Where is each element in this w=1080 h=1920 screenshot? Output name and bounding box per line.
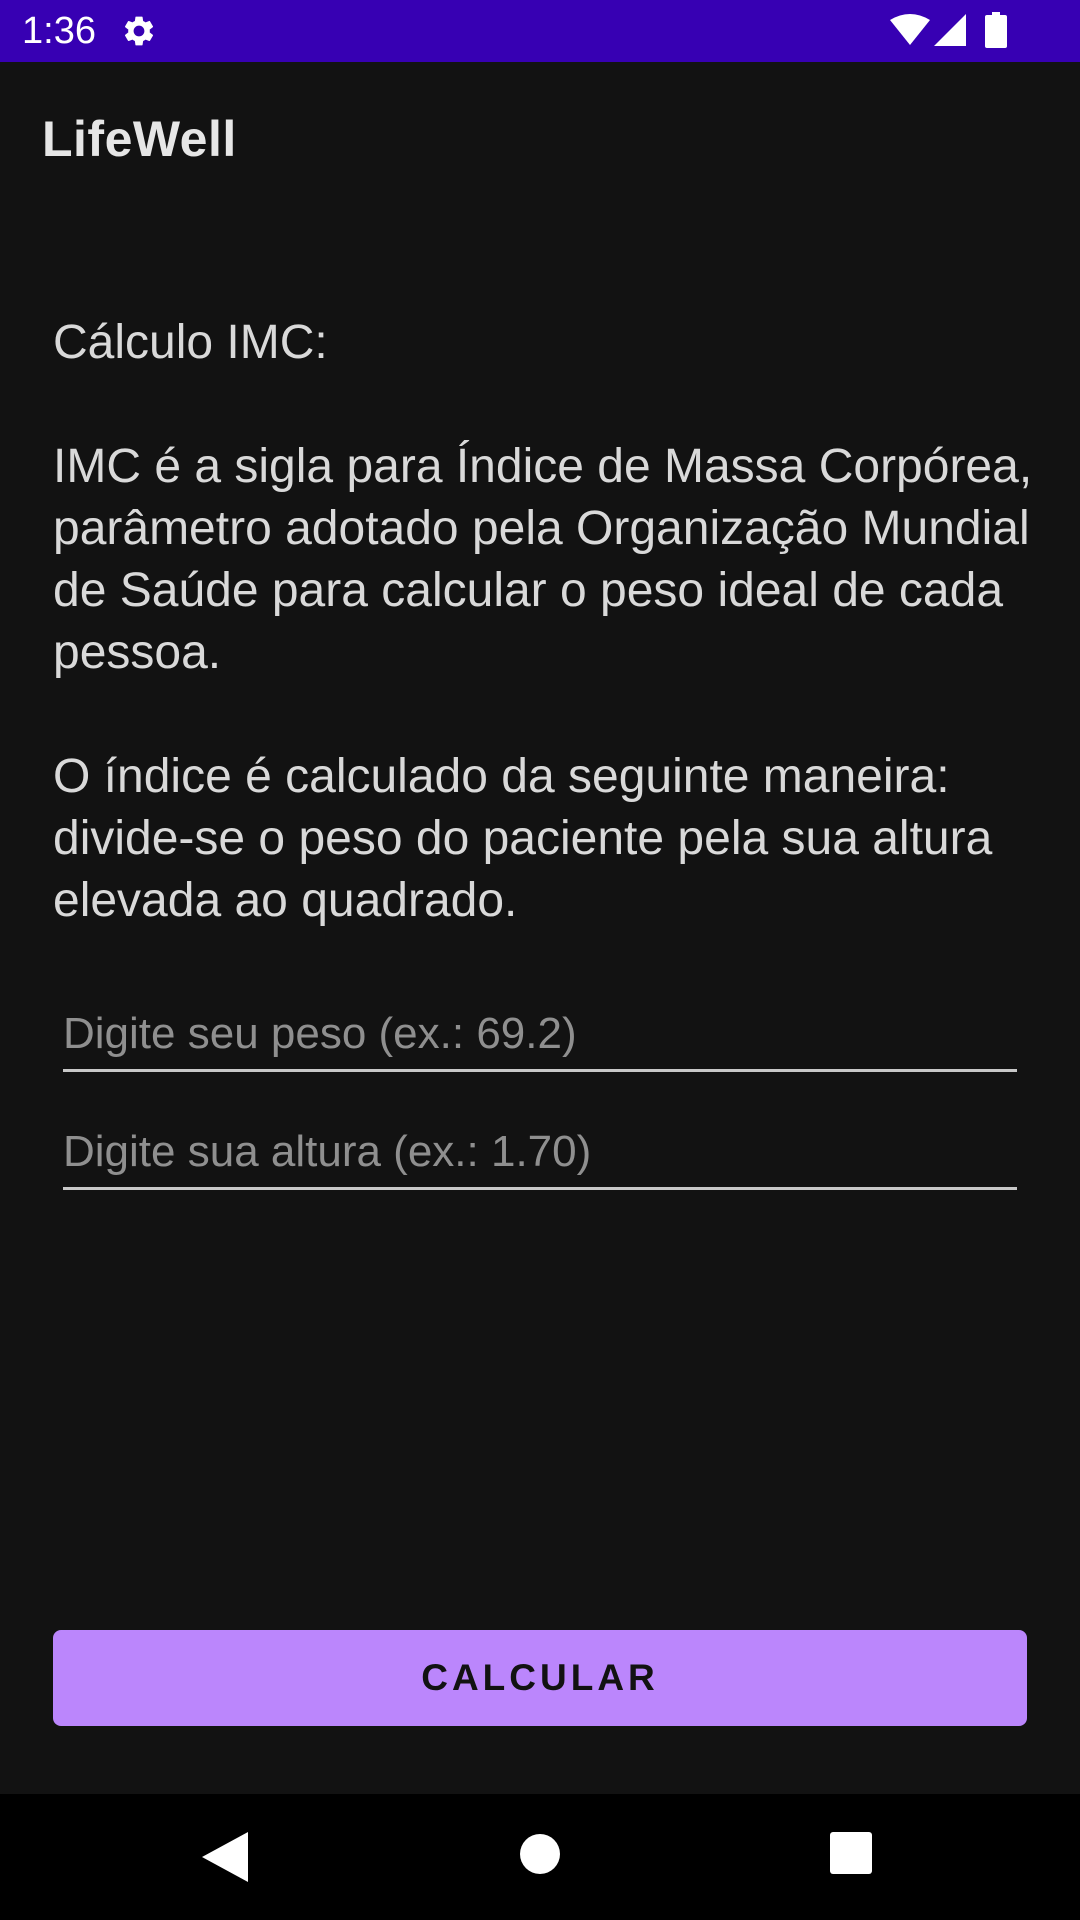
- content-paragraph-definition: IMC é a sigla para Índice de Massa Corpó…: [53, 440, 1033, 679]
- content-heading: Cálculo IMC:: [53, 316, 328, 369]
- status-time: 1:36: [22, 10, 96, 52]
- recents-icon[interactable]: [830, 1832, 872, 1874]
- weight-input[interactable]: [63, 998, 1017, 1072]
- screen: 1:36 LifeWell Cálculo IMC: IMC é a sigla…: [0, 0, 1080, 1920]
- content-paragraph-formula: O índice é calculado da seguinte maneira…: [53, 750, 993, 927]
- home-icon[interactable]: [518, 1832, 562, 1876]
- app-title: LifeWell: [42, 111, 237, 167]
- back-icon[interactable]: [202, 1832, 248, 1882]
- height-input[interactable]: [63, 1116, 1017, 1190]
- imc-description: Cálculo IMC: IMC é a sigla para Índice d…: [53, 312, 1033, 932]
- wifi-icon: [890, 14, 930, 45]
- gear-icon: [124, 16, 154, 46]
- app-bar: LifeWell: [0, 62, 1080, 214]
- navigation-bar: [0, 1794, 1080, 1920]
- calculate-button[interactable]: CALCULAR: [53, 1630, 1027, 1726]
- battery-icon: [985, 12, 1007, 48]
- signal-icon: [934, 14, 966, 46]
- status-bar: 1:36: [0, 0, 1080, 62]
